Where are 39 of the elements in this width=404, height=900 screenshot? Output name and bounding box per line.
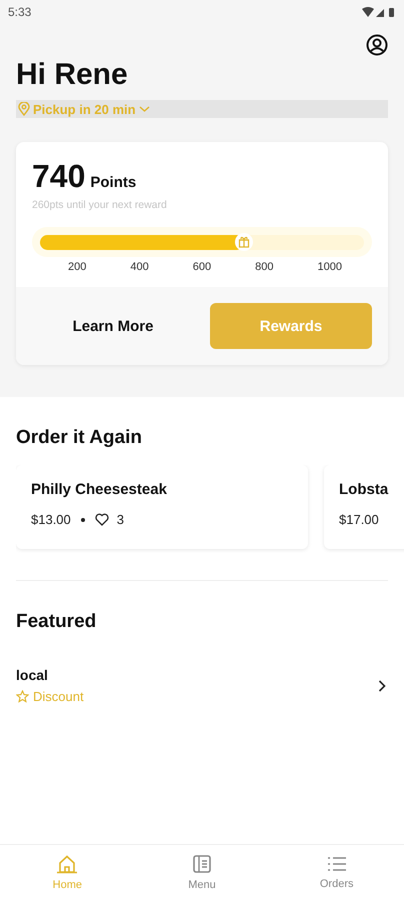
item-name: Philly Cheesesteak [31, 481, 168, 498]
section-title: Order it Again [16, 427, 143, 449]
home-icon [56, 854, 78, 874]
like-count: 3 [116, 512, 124, 527]
profile-icon[interactable] [366, 34, 388, 56]
tick-label: 800 [255, 261, 274, 273]
points-value: 740 [32, 158, 86, 195]
order-card[interactable]: Lobsta $17.00 [324, 465, 404, 549]
location-pin-icon [18, 102, 30, 116]
star-icon [16, 690, 29, 703]
status-icons [362, 6, 396, 18]
points-label: Points [90, 174, 136, 191]
reward-subtitle: 260pts until your next reward [32, 199, 168, 211]
gift-icon [235, 233, 254, 251]
item-price: $13.00 [31, 512, 71, 527]
tick-label: 200 [68, 261, 86, 273]
rewards-button[interactable]: Rewards [210, 303, 372, 349]
status-time: 5:33 [8, 5, 32, 19]
learn-more-button[interactable]: Learn More [32, 303, 194, 349]
greeting-title: Hi Rene [16, 58, 129, 92]
separator-dot [80, 518, 85, 522]
tick-label: 1000 [318, 261, 342, 273]
section-title: Featured [16, 611, 98, 633]
chevron-down-icon [138, 105, 150, 113]
order-card[interactable]: Philly Cheesesteak $13.00 3 [16, 465, 308, 549]
nav-tab[interactable]: Orders [269, 845, 404, 900]
heart-icon [94, 513, 109, 526]
nav-tab[interactable]: Menu [134, 845, 270, 900]
menu-book-icon [192, 854, 212, 874]
featured-item[interactable]: local Discount [16, 667, 388, 704]
featured-name: local [16, 667, 49, 683]
item-price: $17.00 [339, 512, 379, 527]
list-icon [326, 855, 347, 873]
featured-tag: Discount [33, 689, 84, 704]
nav-tab[interactable]: Home [0, 845, 135, 900]
tick-label: 400 [130, 261, 149, 273]
tick-label: 600 [192, 261, 212, 273]
chevron-right-icon [378, 680, 386, 692]
item-name: Lobsta [339, 481, 390, 498]
